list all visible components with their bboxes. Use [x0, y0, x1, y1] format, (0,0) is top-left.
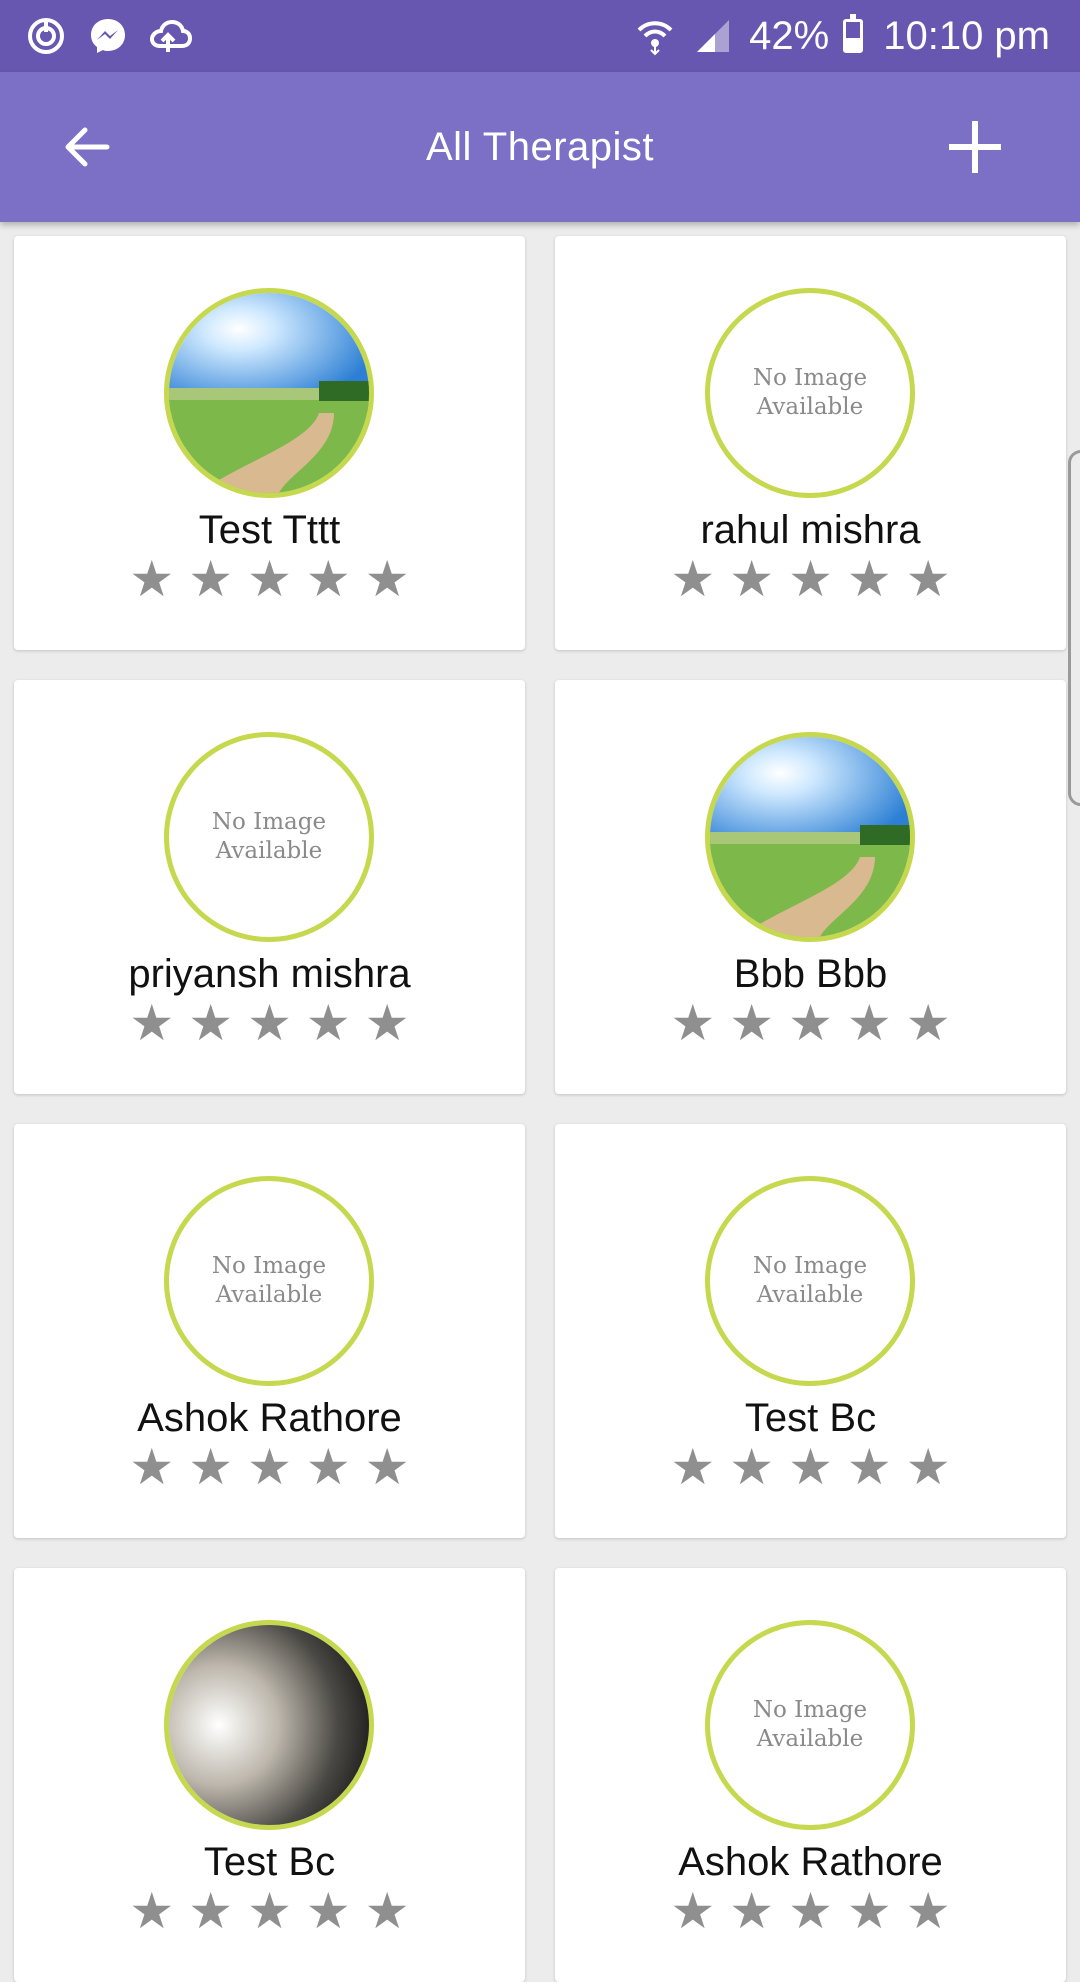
star-icon: ★ [305, 1883, 351, 1939]
therapist-name: rahul mishra [700, 508, 921, 552]
therapist-card[interactable]: Bbb Bbb ★ ★ ★ ★ ★ [555, 680, 1066, 1094]
no-image-placeholder: No Image Available [211, 1253, 327, 1308]
star-icon: ★ [188, 1439, 234, 1495]
therapist-grid: Test Tttt ★ ★ ★ ★ ★ No Image Available rahul mi… [14, 236, 1066, 1982]
star-icon: ★ [729, 1439, 775, 1495]
avatar [164, 288, 374, 498]
star-icon: ★ [247, 995, 292, 1051]
back-button[interactable] [52, 117, 122, 177]
page-title: All Therapist [425, 124, 655, 169]
star-icon: ★ [846, 1439, 892, 1495]
star-icon: ★ [364, 1439, 410, 1495]
star-icon: ★ [788, 551, 833, 607]
rating-stars: ★ ★ ★ ★ ★ [555, 1886, 1066, 1936]
no-image-placeholder: No Image Available [752, 365, 868, 420]
star-icon: ★ [846, 1883, 892, 1939]
battery-level [846, 38, 861, 50]
therapist-card[interactable]: Test Tttt ★ ★ ★ ★ ★ [14, 236, 525, 650]
avatar: No Image Available [164, 1176, 374, 1386]
cloud-upload-icon [148, 14, 192, 58]
therapist-name: priyansh mishra [128, 952, 411, 996]
star-icon: ★ [129, 995, 175, 1051]
avatar: No Image Available [705, 1620, 915, 1830]
star-icon: ★ [905, 1883, 951, 1939]
star-icon: ★ [129, 1883, 175, 1939]
star-icon: ★ [305, 1439, 351, 1495]
therapist-name: Test Tttt [198, 508, 341, 552]
rating-stars: ★ ★ ★ ★ ★ [14, 554, 525, 604]
star-icon: ★ [729, 1883, 775, 1939]
power-sync-icon [24, 14, 68, 58]
plus-icon [949, 121, 1001, 173]
avatar: No Image Available [705, 288, 915, 498]
no-image-placeholder: No Image Available [752, 1253, 868, 1308]
star-icon: ★ [670, 995, 716, 1051]
avatar [164, 1620, 374, 1830]
star-icon: ★ [788, 995, 833, 1051]
rating-stars: ★ ★ ★ ★ ★ [14, 1442, 525, 1492]
battery-icon [843, 14, 864, 53]
star-icon: ★ [129, 1439, 175, 1495]
app-bar: All Therapist [0, 72, 1080, 222]
avatar [705, 732, 915, 942]
no-image-placeholder: No Image Available [752, 1697, 868, 1752]
therapist-name: Bbb Bbb [733, 952, 888, 996]
therapist-card[interactable]: No Image Available priyansh mishra ★ ★ ★ ★ ★ [14, 680, 525, 1094]
therapist-name: Test Bc [203, 1840, 336, 1884]
signal-icon [691, 14, 735, 58]
rating-stars: ★ ★ ★ ★ ★ [14, 1886, 525, 1936]
therapist-name: Ashok Rathore [137, 1396, 402, 1440]
therapist-card[interactable]: No Image Available rahul mishra ★ ★ ★ ★ ★ [555, 236, 1066, 650]
star-icon: ★ [729, 551, 775, 607]
scroll-handle[interactable] [1068, 450, 1080, 806]
arrow-left-icon [65, 127, 110, 167]
status-bar: 42% 10:10 pm [0, 0, 1080, 72]
star-icon: ★ [788, 1439, 833, 1495]
therapist-name: Ashok Rathore [678, 1840, 943, 1884]
add-therapist-button[interactable] [940, 117, 1010, 177]
star-icon: ★ [729, 995, 775, 1051]
star-icon: ★ [364, 1883, 410, 1939]
clock: 10:10 pm [883, 13, 1050, 58]
star-icon: ★ [905, 551, 951, 607]
therapist-card[interactable]: No Image Available Ashok Rathore ★ ★ ★ ★ ★ [14, 1124, 525, 1538]
avatar: No Image Available [705, 1176, 915, 1386]
star-icon: ★ [247, 1439, 292, 1495]
no-image-placeholder: No Image Available [211, 809, 327, 864]
messenger-icon [86, 14, 130, 58]
rating-stars: ★ ★ ★ ★ ★ [555, 998, 1066, 1048]
star-icon: ★ [305, 551, 351, 607]
star-icon: ★ [670, 551, 716, 607]
star-icon: ★ [305, 995, 351, 1051]
star-icon: ★ [129, 551, 175, 607]
status-bar-left [24, 14, 192, 58]
star-icon: ★ [247, 551, 292, 607]
therapist-name: Test Bc [744, 1396, 877, 1440]
star-icon: ★ [905, 995, 951, 1051]
star-icon: ★ [188, 995, 234, 1051]
star-icon: ★ [364, 551, 410, 607]
avatar: No Image Available [164, 732, 374, 942]
star-icon: ★ [670, 1883, 716, 1939]
star-icon: ★ [846, 551, 892, 607]
star-icon: ★ [670, 1439, 716, 1495]
star-icon: ★ [188, 1883, 234, 1939]
star-icon: ★ [364, 995, 410, 1051]
star-icon: ★ [788, 1883, 833, 1939]
therapist-card[interactable]: No Image Available Test Bc ★ ★ ★ ★ ★ [555, 1124, 1066, 1538]
rating-stars: ★ ★ ★ ★ ★ [555, 1442, 1066, 1492]
wifi-icon [633, 14, 677, 58]
rating-stars: ★ ★ ★ ★ ★ [14, 998, 525, 1048]
star-icon: ★ [188, 551, 234, 607]
star-icon: ★ [846, 995, 892, 1051]
star-icon: ★ [905, 1439, 951, 1495]
battery-percent: 42% [749, 13, 830, 58]
status-bar-right: 42% 10:10 pm [633, 14, 1050, 59]
rating-stars: ★ ★ ★ ★ ★ [555, 554, 1066, 604]
star-icon: ★ [247, 1883, 292, 1939]
